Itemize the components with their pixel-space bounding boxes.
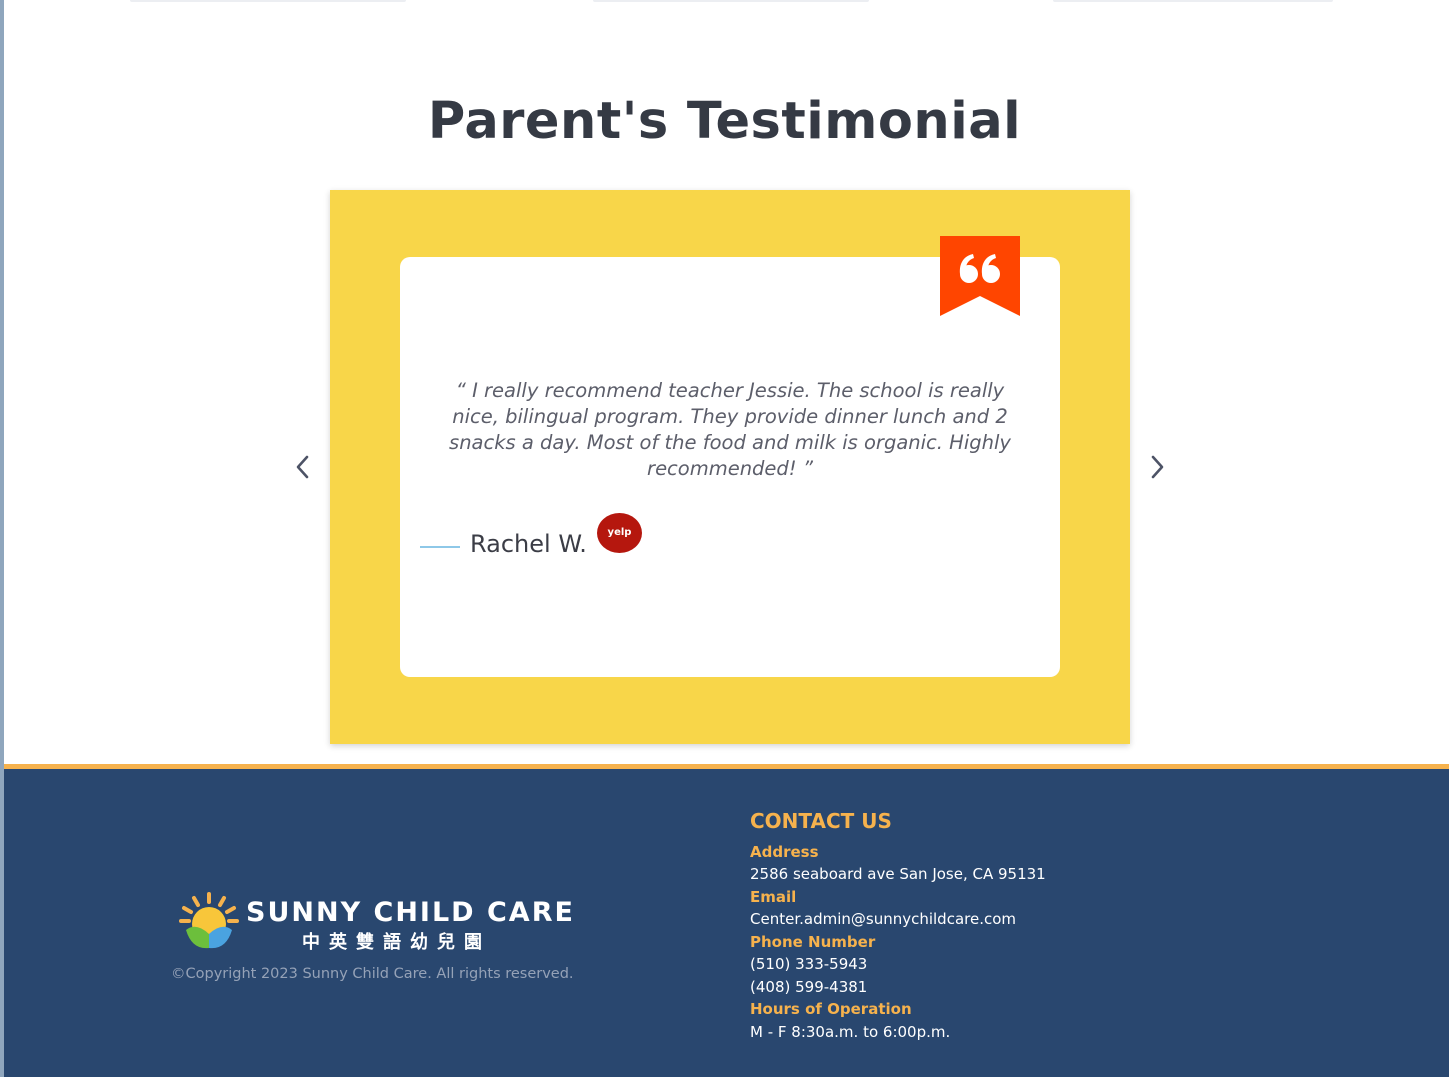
copyright-text: ©Copyright 2023 Sunny Child Care. All ri… — [171, 966, 574, 982]
testimonial-quote: “ I really recommend teacher Jessie. The… — [449, 379, 1011, 480]
card-bottom-edge — [593, 0, 869, 2]
hours-label: Hours of Operation — [750, 1000, 912, 1018]
previous-section-cards — [0, 0, 1449, 4]
phone-label: Phone Number — [750, 933, 876, 951]
card-bottom-edge — [130, 0, 406, 2]
hours-value: M - F 8:30a.m. to 6:00p.m. — [750, 1023, 951, 1041]
yelp-icon[interactable]: yelp — [597, 513, 642, 553]
quote-mark-icon — [940, 236, 1020, 316]
email-label: Email — [750, 888, 797, 906]
card-bottom-edge — [1053, 0, 1333, 2]
author-divider — [420, 546, 460, 548]
chevron-left-icon[interactable] — [293, 452, 313, 482]
svg-text:SUNNY CHILD CARE: SUNNY CHILD CARE — [246, 897, 575, 928]
contact-heading: CONTACT US — [750, 809, 892, 833]
email-link[interactable]: Center.admin@sunnychildcare.com — [750, 910, 1016, 928]
testimonial-author: Rachel W. — [470, 530, 587, 558]
chevron-right-icon[interactable] — [1147, 452, 1167, 482]
address-value: 2586 seaboard ave San Jose, CA 95131 — [750, 865, 1046, 883]
sun-icon — [179, 892, 239, 949]
svg-text:中英雙語幼兒園: 中英雙語幼兒園 — [302, 931, 491, 953]
phone-link-1[interactable]: (510) 333-5943 — [750, 955, 867, 973]
address-label: Address — [750, 843, 819, 861]
phone-link-2[interactable]: (408) 599-4381 — [750, 978, 867, 996]
section-title: Parent's Testimonial — [427, 92, 1022, 151]
sunny-child-care-logo[interactable]: SUNNY CHILD CARE 中英雙語幼兒園 — [178, 890, 578, 954]
